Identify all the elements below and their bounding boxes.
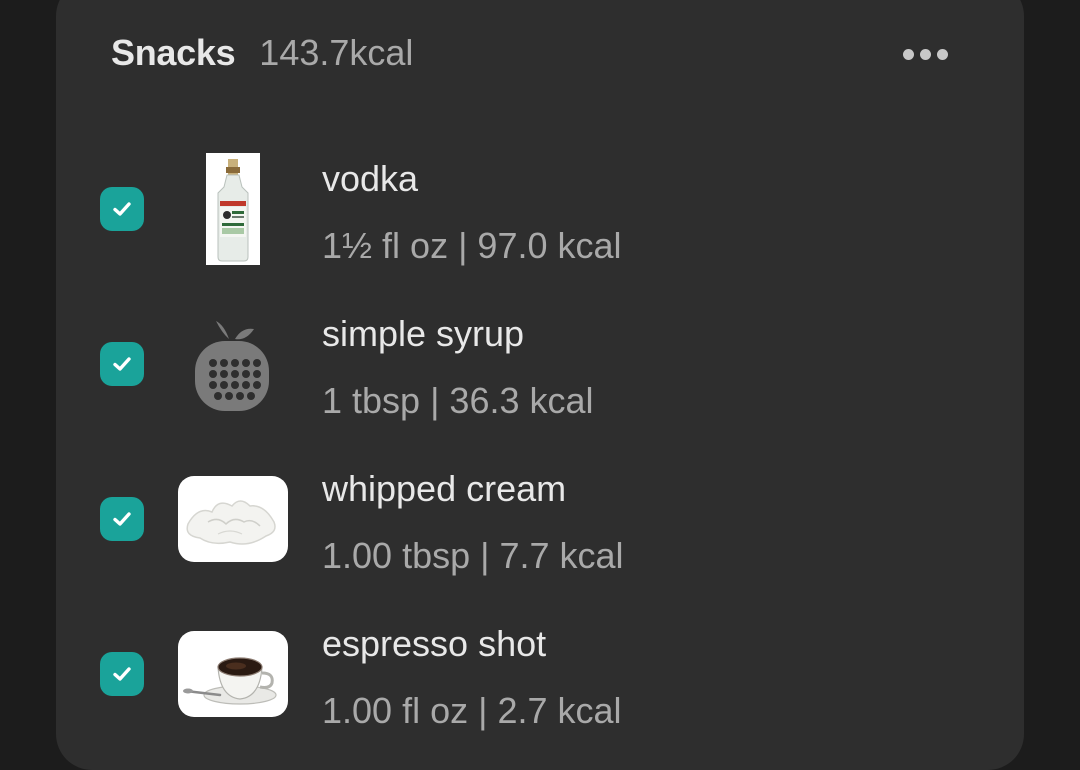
more-options-button[interactable] bbox=[895, 40, 955, 68]
espresso-cup-image bbox=[178, 631, 288, 717]
check-checkbox[interactable] bbox=[100, 497, 144, 541]
meal-title: Snacks bbox=[111, 32, 236, 73]
food-detail: 1½ fl oz | 97.0 kcal bbox=[322, 225, 622, 266]
calculator-apple-icon bbox=[192, 315, 272, 415]
food-detail: 1.00 fl oz | 2.7 kcal bbox=[322, 690, 622, 731]
check-checkbox[interactable] bbox=[100, 187, 144, 231]
food-name: espresso shot bbox=[322, 623, 547, 664]
meal-total-kcal: 143.7kcal bbox=[259, 32, 414, 73]
food-name: simple syrup bbox=[322, 313, 525, 354]
vodka-bottle-drawing bbox=[206, 153, 260, 265]
food-item-whipped-cream[interactable]: whipped cream 1.00 tbsp | 7.7 kcal bbox=[56, 450, 1024, 600]
more-dot bbox=[936, 48, 948, 60]
more-horizontal-icon bbox=[902, 48, 914, 60]
checkmark-icon bbox=[113, 667, 131, 681]
food-detail: 1 tbsp | 36.3 kcal bbox=[322, 380, 594, 421]
checkmark-icon bbox=[113, 202, 131, 216]
checkmark-icon bbox=[113, 357, 131, 371]
food-item-simple-syrup[interactable]: simple syrup 1 tbsp | 36.3 kcal bbox=[56, 295, 1024, 445]
calculator-apple-drawing bbox=[195, 321, 269, 411]
checkmark-icon bbox=[113, 512, 131, 526]
food-item-espresso-shot[interactable]: espresso shot 1.00 fl oz | 2.7 kcal bbox=[56, 605, 1024, 755]
espresso-cup-drawing bbox=[183, 657, 277, 705]
food-item-vodka[interactable]: vodka 1½ fl oz | 97.0 kcal bbox=[56, 140, 1024, 290]
vodka-bottle-image bbox=[206, 153, 260, 265]
whipped-cream-drawing bbox=[186, 500, 276, 545]
whipped-cream-image bbox=[178, 476, 288, 562]
check-checkbox[interactable] bbox=[100, 342, 144, 386]
food-detail: 1.00 tbsp | 7.7 kcal bbox=[322, 535, 624, 576]
check-checkbox[interactable] bbox=[100, 652, 144, 696]
meal-header: Snacks 143.7kcal bbox=[111, 32, 413, 76]
more-dot bbox=[919, 48, 931, 60]
food-name: vodka bbox=[322, 158, 419, 199]
food-name: whipped cream bbox=[322, 468, 567, 509]
